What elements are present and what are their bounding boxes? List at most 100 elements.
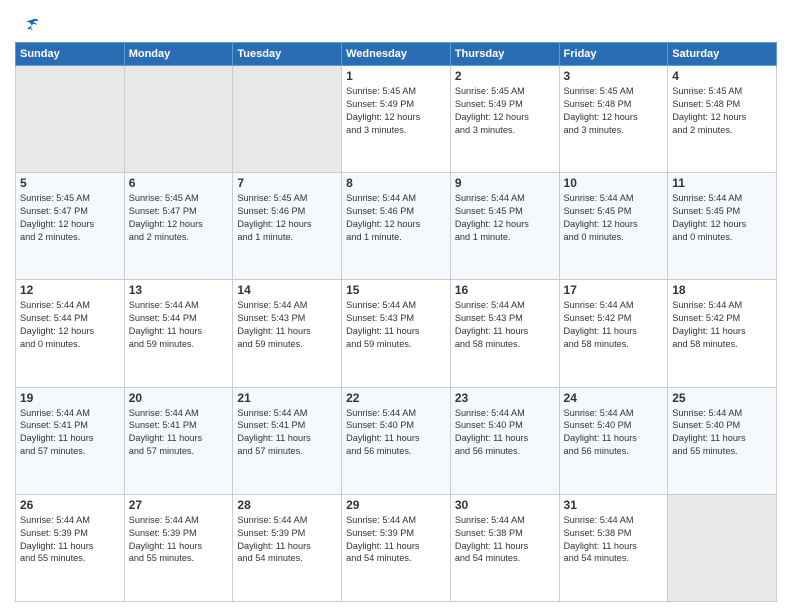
day-cell: 1Sunrise: 5:45 AM Sunset: 5:49 PM Daylig… xyxy=(342,66,451,173)
day-number: 14 xyxy=(237,283,337,297)
day-info: Sunrise: 5:44 AM Sunset: 5:41 PM Dayligh… xyxy=(129,407,229,459)
day-number: 5 xyxy=(20,176,120,190)
day-number: 30 xyxy=(455,498,555,512)
day-cell: 19 Sunrise: 5:44 AM Sunset: 5:41 PM Dayli… xyxy=(16,387,125,494)
day-cell: 9 Sunrise: 5:44 AM Sunset: 5:45 PM Daylig… xyxy=(450,173,559,280)
day-number: 15 xyxy=(346,283,446,297)
day-number: 23 xyxy=(455,391,555,405)
day-number: 9 xyxy=(455,176,555,190)
day-cell: 14 Sunrise: 5:44 AM Sunset: 5:43 PM Dayli… xyxy=(233,280,342,387)
day-cell: 31Sunrise: 5:44 AM Sunset: 5:38 PM Dayli… xyxy=(559,494,668,601)
day-cell: 11 Sunrise: 5:44 AM Sunset: 5:45 PM Dayli… xyxy=(668,173,777,280)
day-cell: 13 Sunrise: 5:44 AM Sunset: 5:44 PM Dayli… xyxy=(124,280,233,387)
week-row-4: 19 Sunrise: 5:44 AM Sunset: 5:41 PM Dayli… xyxy=(16,387,777,494)
day-info: Sunrise: 5:44 AM Sunset: 5:39 PM Dayligh… xyxy=(237,514,337,566)
day-cell: 23 Sunrise: 5:44 AM Sunset: 5:40 PM Dayli… xyxy=(450,387,559,494)
day-cell: 24Sunrise: 5:44 AM Sunset: 5:40 PM Dayli… xyxy=(559,387,668,494)
day-info: Sunrise: 5:44 AM Sunset: 5:43 PM Dayligh… xyxy=(237,299,337,351)
day-number: 13 xyxy=(129,283,229,297)
day-cell: 27 Sunrise: 5:44 AM Sunset: 5:39 PM Dayli… xyxy=(124,494,233,601)
day-info: Sunrise: 5:44 AM Sunset: 5:43 PM Dayligh… xyxy=(455,299,555,351)
day-cell: 5 Sunrise: 5:45 AM Sunset: 5:47 PM Daylig… xyxy=(16,173,125,280)
day-cell: 6 Sunrise: 5:45 AM Sunset: 5:47 PM Daylig… xyxy=(124,173,233,280)
day-info: Sunrise: 5:45 AM Sunset: 5:47 PM Dayligh… xyxy=(20,192,120,244)
day-info: Sunrise: 5:44 AM Sunset: 5:39 PM Dayligh… xyxy=(129,514,229,566)
day-info: Sunrise: 5:44 AM Sunset: 5:45 PM Dayligh… xyxy=(672,192,772,244)
logo xyxy=(15,14,39,36)
day-cell: 20Sunrise: 5:44 AM Sunset: 5:41 PM Dayli… xyxy=(124,387,233,494)
day-info: Sunrise: 5:44 AM Sunset: 5:43 PM Dayligh… xyxy=(346,299,446,351)
weekday-header-wednesday: Wednesday xyxy=(342,43,451,66)
weekday-header-tuesday: Tuesday xyxy=(233,43,342,66)
day-cell: 29 Sunrise: 5:44 AM Sunset: 5:39 PM Dayli… xyxy=(342,494,451,601)
day-info: Sunrise: 5:44 AM Sunset: 5:39 PM Dayligh… xyxy=(346,514,446,566)
day-info: Sunrise: 5:45 AM Sunset: 5:47 PM Dayligh… xyxy=(129,192,229,244)
day-number: 21 xyxy=(237,391,337,405)
day-cell: 4 Sunrise: 5:45 AM Sunset: 5:48 PM Daylig… xyxy=(668,66,777,173)
day-cell: 16 Sunrise: 5:44 AM Sunset: 5:43 PM Dayli… xyxy=(450,280,559,387)
day-info: Sunrise: 5:44 AM Sunset: 5:45 PM Dayligh… xyxy=(564,192,664,244)
day-cell: 7Sunrise: 5:45 AM Sunset: 5:46 PM Daylig… xyxy=(233,173,342,280)
day-cell: 2Sunrise: 5:45 AM Sunset: 5:49 PM Daylig… xyxy=(450,66,559,173)
day-info: Sunrise: 5:44 AM Sunset: 5:46 PM Dayligh… xyxy=(346,192,446,244)
day-info: Sunrise: 5:45 AM Sunset: 5:48 PM Dayligh… xyxy=(564,85,664,137)
weekday-header-monday: Monday xyxy=(124,43,233,66)
day-info: Sunrise: 5:44 AM Sunset: 5:42 PM Dayligh… xyxy=(672,299,772,351)
day-cell xyxy=(233,66,342,173)
day-cell: 25 Sunrise: 5:44 AM Sunset: 5:40 PM Dayli… xyxy=(668,387,777,494)
day-number: 28 xyxy=(237,498,337,512)
day-info: Sunrise: 5:44 AM Sunset: 5:40 PM Dayligh… xyxy=(672,407,772,459)
day-number: 19 xyxy=(20,391,120,405)
calendar: SundayMondayTuesdayWednesdayThursdayFrid… xyxy=(15,42,777,602)
week-row-5: 26 Sunrise: 5:44 AM Sunset: 5:39 PM Dayli… xyxy=(16,494,777,601)
week-row-1: 1Sunrise: 5:45 AM Sunset: 5:49 PM Daylig… xyxy=(16,66,777,173)
day-cell: 21 Sunrise: 5:44 AM Sunset: 5:41 PM Dayli… xyxy=(233,387,342,494)
day-number: 29 xyxy=(346,498,446,512)
day-number: 31 xyxy=(564,498,664,512)
day-cell: 15 Sunrise: 5:44 AM Sunset: 5:43 PM Dayli… xyxy=(342,280,451,387)
day-number: 27 xyxy=(129,498,229,512)
day-info: Sunrise: 5:44 AM Sunset: 5:38 PM Dayligh… xyxy=(455,514,555,566)
day-info: Sunrise: 5:44 AM Sunset: 5:41 PM Dayligh… xyxy=(237,407,337,459)
day-number: 6 xyxy=(129,176,229,190)
day-info: Sunrise: 5:44 AM Sunset: 5:44 PM Dayligh… xyxy=(129,299,229,351)
day-info: Sunrise: 5:44 AM Sunset: 5:42 PM Dayligh… xyxy=(564,299,664,351)
day-info: Sunrise: 5:44 AM Sunset: 5:40 PM Dayligh… xyxy=(455,407,555,459)
day-cell xyxy=(16,66,125,173)
weekday-header-sunday: Sunday xyxy=(16,43,125,66)
week-row-2: 5 Sunrise: 5:45 AM Sunset: 5:47 PM Daylig… xyxy=(16,173,777,280)
logo-bird-icon xyxy=(17,14,39,36)
day-cell: 17 Sunrise: 5:44 AM Sunset: 5:42 PM Dayli… xyxy=(559,280,668,387)
day-number: 12 xyxy=(20,283,120,297)
day-number: 11 xyxy=(672,176,772,190)
weekday-header-thursday: Thursday xyxy=(450,43,559,66)
day-info: Sunrise: 5:44 AM Sunset: 5:40 PM Dayligh… xyxy=(564,407,664,459)
day-number: 8 xyxy=(346,176,446,190)
day-cell xyxy=(124,66,233,173)
day-info: Sunrise: 5:44 AM Sunset: 5:40 PM Dayligh… xyxy=(346,407,446,459)
weekday-header-saturday: Saturday xyxy=(668,43,777,66)
day-number: 18 xyxy=(672,283,772,297)
weekday-header-row: SundayMondayTuesdayWednesdayThursdayFrid… xyxy=(16,43,777,66)
day-cell: 22Sunrise: 5:44 AM Sunset: 5:40 PM Dayli… xyxy=(342,387,451,494)
day-info: Sunrise: 5:45 AM Sunset: 5:49 PM Dayligh… xyxy=(455,85,555,137)
day-number: 7 xyxy=(237,176,337,190)
day-cell: 12Sunrise: 5:44 AM Sunset: 5:44 PM Dayli… xyxy=(16,280,125,387)
day-number: 16 xyxy=(455,283,555,297)
day-cell: 30 Sunrise: 5:44 AM Sunset: 5:38 PM Dayli… xyxy=(450,494,559,601)
day-cell: 10Sunrise: 5:44 AM Sunset: 5:45 PM Dayli… xyxy=(559,173,668,280)
day-info: Sunrise: 5:45 AM Sunset: 5:48 PM Dayligh… xyxy=(672,85,772,137)
day-number: 17 xyxy=(564,283,664,297)
day-number: 25 xyxy=(672,391,772,405)
day-cell: 28 Sunrise: 5:44 AM Sunset: 5:39 PM Dayli… xyxy=(233,494,342,601)
day-cell: 8 Sunrise: 5:44 AM Sunset: 5:46 PM Daylig… xyxy=(342,173,451,280)
day-number: 3 xyxy=(564,69,664,83)
header xyxy=(15,10,777,36)
day-info: Sunrise: 5:44 AM Sunset: 5:39 PM Dayligh… xyxy=(20,514,120,566)
day-cell: 18 Sunrise: 5:44 AM Sunset: 5:42 PM Dayli… xyxy=(668,280,777,387)
week-row-3: 12 Sunrise: 5:44 AM Sunset: 5:44 PM Dayli… xyxy=(16,280,777,387)
day-number: 26 xyxy=(20,498,120,512)
day-number: 4 xyxy=(672,69,772,83)
day-info: Sunrise: 5:44 AM Sunset: 5:45 PM Dayligh… xyxy=(455,192,555,244)
day-info: Sunrise: 5:44 AM Sunset: 5:41 PM Dayligh… xyxy=(20,407,120,459)
